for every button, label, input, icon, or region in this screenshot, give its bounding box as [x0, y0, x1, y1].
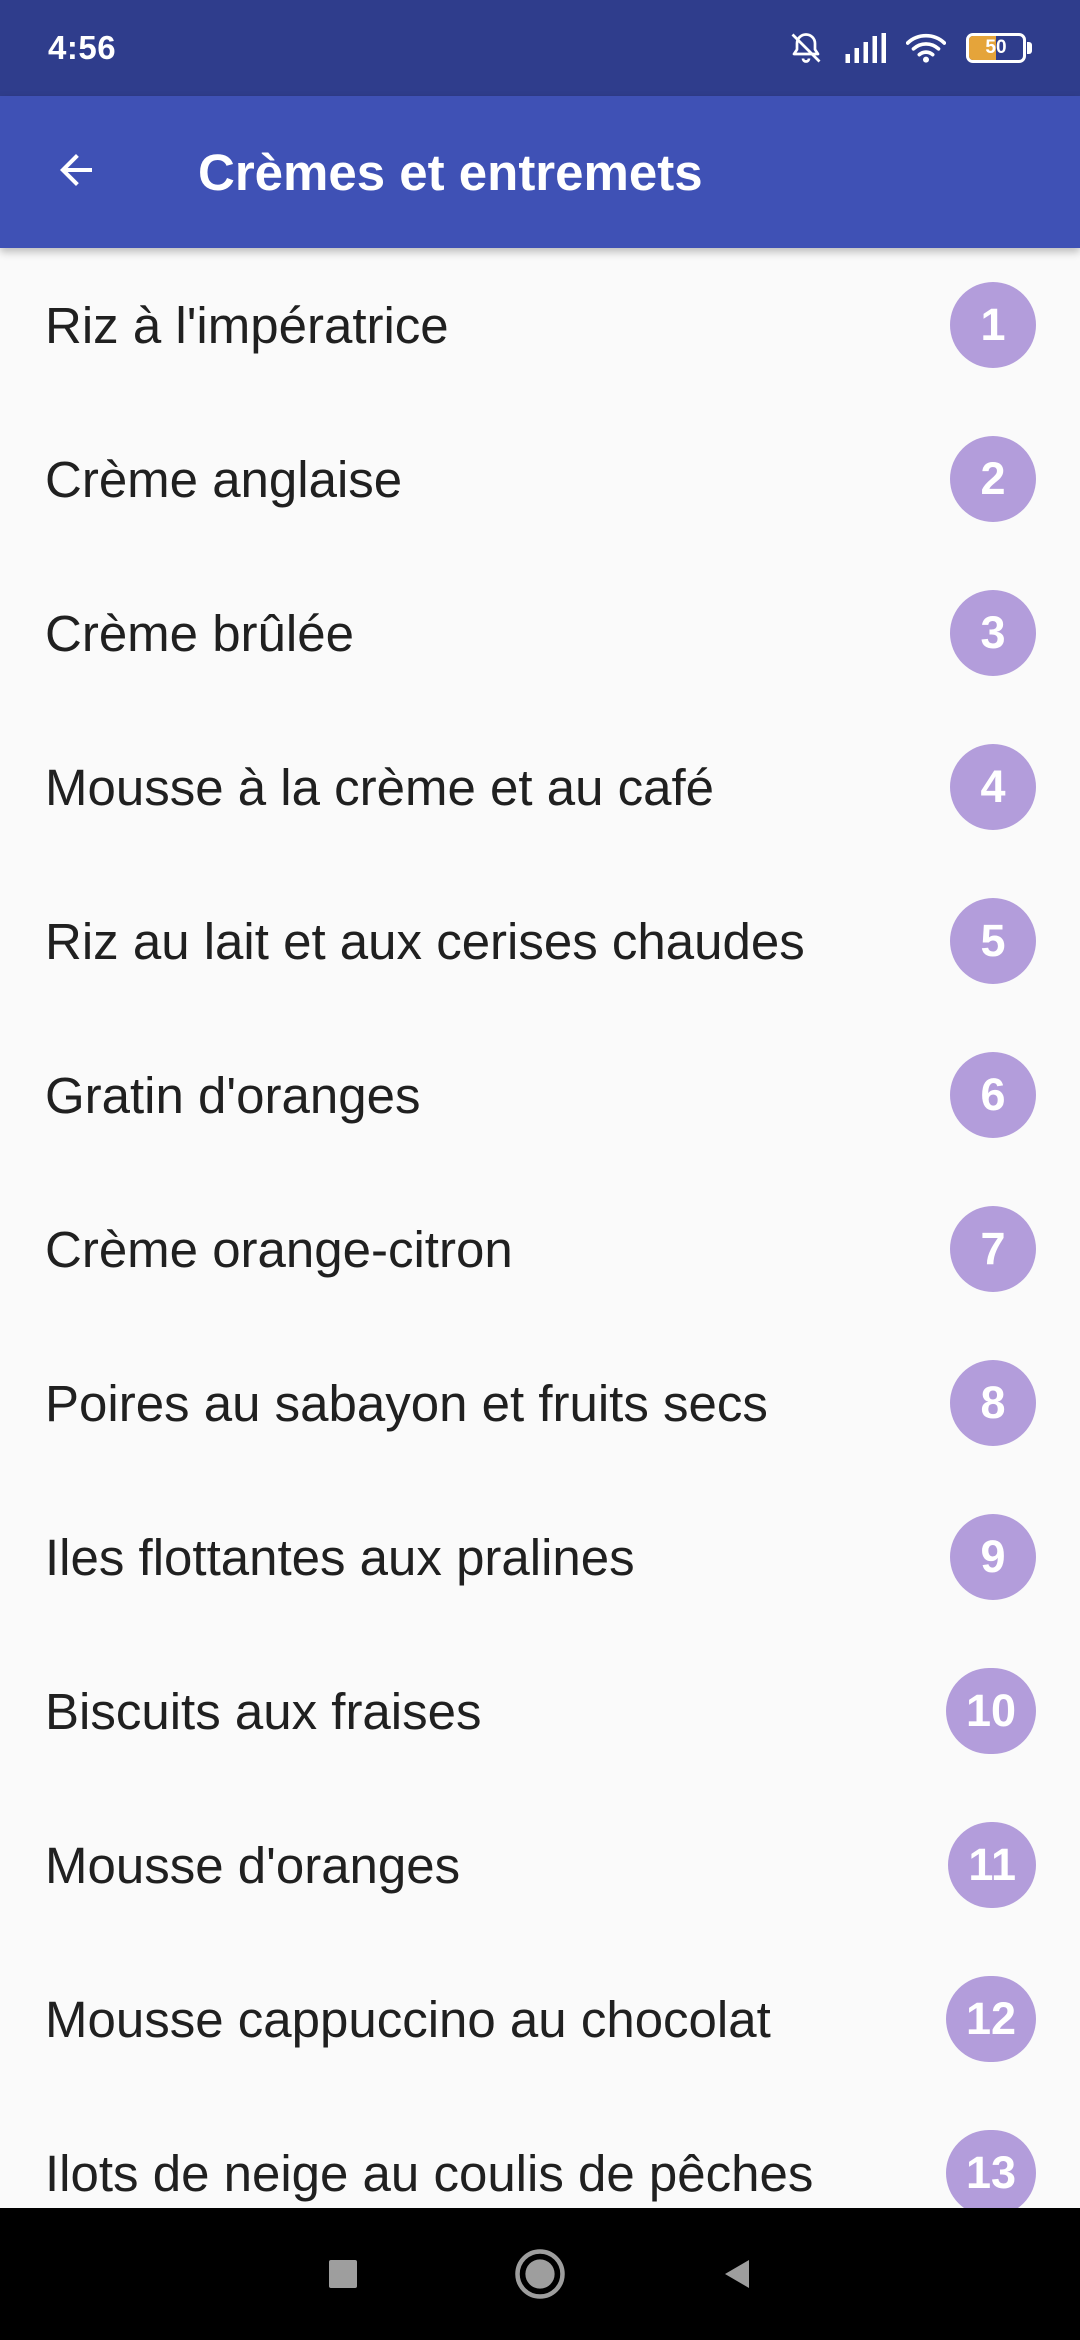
recipe-title: Mousse à la crème et au café	[45, 758, 715, 816]
silent-icon	[788, 30, 824, 66]
recipe-number-badge: 1	[950, 282, 1036, 368]
battery-level: 50	[985, 37, 1007, 58]
recipe-number-badge: 11	[948, 1822, 1036, 1908]
recents-icon[interactable]	[323, 2254, 363, 2294]
recipe-title: Crème brûlée	[45, 604, 354, 662]
status-time: 4:56	[48, 29, 117, 66]
status-bar: 4:56 50	[0, 0, 1080, 96]
recipe-title: Mousse d'oranges	[45, 1836, 461, 1894]
recipe-title: Riz au lait et aux cerises chaudes	[45, 912, 805, 970]
recipe-title: Poires au sabayon et fruits secs	[45, 1374, 768, 1432]
recipe-number-badge: 4	[950, 744, 1036, 830]
navigation-bar	[0, 2208, 1080, 2340]
recipe-list-item[interactable]: Mousse à la crème et au café 4	[0, 710, 1080, 864]
arrow-back-icon	[52, 146, 100, 199]
recipe-list-item[interactable]: Mousse d'oranges 11	[0, 1788, 1080, 1942]
recipe-title: Mousse cappuccino au chocolat	[45, 1990, 771, 2048]
recipe-list-item[interactable]: Crème anglaise 2	[0, 402, 1080, 556]
recipe-number-badge: 7	[950, 1206, 1036, 1292]
recipe-list-item[interactable]: Crème brûlée 3	[0, 556, 1080, 710]
recipe-title: Gratin d'oranges	[45, 1066, 421, 1124]
screen: 4:56 50 Crèmes et entremets Riz à l'impé…	[0, 0, 1080, 2340]
recipe-list-item[interactable]: Ilots de neige au coulis de pêches 13	[0, 2096, 1080, 2208]
recipe-number-badge: 3	[950, 590, 1036, 676]
recipe-title: Biscuits aux fraises	[45, 1682, 482, 1740]
recipe-list-item[interactable]: Biscuits aux fraises 10	[0, 1634, 1080, 1788]
recipe-number-badge: 8	[950, 1360, 1036, 1446]
recipe-number-badge: 9	[950, 1514, 1036, 1600]
wifi-icon	[906, 32, 946, 64]
recipe-title: Iles flottantes aux pralines	[45, 1528, 635, 1586]
recipe-list[interactable]: Riz à l'impératrice 1 Crème anglaise 2 Crème…	[0, 248, 1080, 2208]
signal-icon	[844, 32, 886, 64]
home-icon[interactable]	[513, 2247, 567, 2301]
status-icons: 50	[788, 30, 1032, 66]
recipe-number-badge: 12	[945, 1976, 1036, 2062]
recipe-number-badge: 5	[950, 898, 1036, 984]
recipe-number-badge: 10	[945, 1668, 1036, 1754]
recipe-list-item[interactable]: Iles flottantes aux pralines 9	[0, 1480, 1080, 1634]
back-button[interactable]	[0, 96, 152, 248]
page-title: Crèmes et entremets	[198, 143, 703, 201]
recipe-number-badge: 2	[950, 436, 1036, 522]
recipe-title: Crème anglaise	[45, 450, 403, 508]
recipe-title: Ilots de neige au coulis de pêches	[45, 2144, 814, 2202]
back-icon[interactable]	[717, 2254, 757, 2294]
recipe-number-badge: 6	[950, 1052, 1036, 1138]
recipe-list-item[interactable]: Riz à l'impératrice 1	[0, 248, 1080, 402]
recipe-list-item[interactable]: Riz au lait et aux cerises chaudes 5	[0, 864, 1080, 1018]
recipe-list-item[interactable]: Crème orange-citron 7	[0, 1172, 1080, 1326]
recipe-list-item[interactable]: Gratin d'oranges 6	[0, 1018, 1080, 1172]
recipe-list-item[interactable]: Poires au sabayon et fruits secs 8	[0, 1326, 1080, 1480]
recipe-title: Riz à l'impératrice	[45, 296, 449, 354]
recipe-list-item[interactable]: Mousse cappuccino au chocolat 12	[0, 1942, 1080, 2096]
recipe-number-badge: 13	[945, 2130, 1036, 2208]
app-bar: Crèmes et entremets	[0, 96, 1080, 248]
battery-icon: 50	[966, 33, 1032, 63]
recipe-title: Crème orange-citron	[45, 1220, 513, 1278]
